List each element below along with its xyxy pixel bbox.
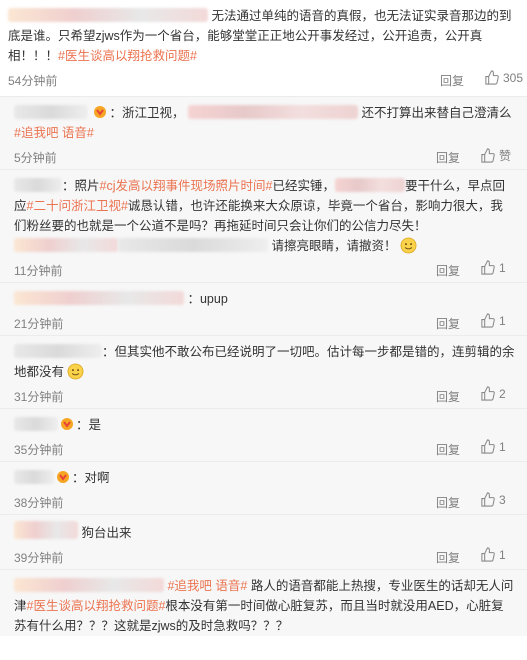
smile-emoji-icon bbox=[400, 237, 416, 254]
hashtag-link[interactable]: #医生谈高以翔抢救问题# bbox=[58, 49, 197, 63]
blurred-username bbox=[14, 344, 102, 358]
reply-button[interactable]: 回复 bbox=[440, 72, 464, 89]
thumb-up-icon bbox=[485, 70, 499, 85]
timestamp: 39分钟前 bbox=[14, 551, 64, 565]
hashtag-link[interactable]: #追我吧 语音# bbox=[14, 126, 94, 140]
thumb-up-icon bbox=[481, 260, 495, 275]
hashtag-link[interactable]: #追我吧 语音# bbox=[167, 579, 247, 593]
reply-item: ：upup 21分钟前 回复 1 bbox=[0, 283, 527, 336]
blurred-username bbox=[14, 521, 78, 539]
fan-badge-icon bbox=[57, 471, 69, 483]
blurred-username bbox=[14, 105, 88, 119]
like-button[interactable]: 1 bbox=[480, 547, 506, 562]
timestamp: 38分钟前 bbox=[14, 496, 64, 510]
reply-button[interactable]: 回复 bbox=[436, 149, 460, 166]
reply-meta: 38分钟前 回复 3 bbox=[14, 490, 515, 514]
like-button[interactable]: 1 bbox=[480, 439, 506, 454]
like-button[interactable]: 3 bbox=[480, 492, 506, 507]
thumb-up-icon bbox=[481, 313, 495, 328]
reply-item: ：对啊 38分钟前 回复 3 bbox=[0, 462, 527, 515]
hashtag-link[interactable]: #cj发高以翔事件现场照片时间# bbox=[100, 179, 273, 193]
fan-badge-icon bbox=[94, 106, 107, 118]
like-button[interactable]: 1 bbox=[480, 260, 506, 275]
timestamp: 11分钟前 bbox=[14, 264, 63, 278]
reply-meta: 11分钟前 回复 1 bbox=[14, 258, 515, 282]
like-count: 305 bbox=[503, 70, 524, 85]
thumb-up-icon bbox=[481, 492, 495, 507]
reply-item: ：但其实他不敢公布已经说明了一切吧。估计每一步都是错的，连剪辑的余地都没有 31… bbox=[0, 336, 527, 409]
timestamp: 5分钟前 bbox=[14, 151, 57, 165]
reply-meta: 39分钟前 回复 1 bbox=[14, 545, 515, 569]
reply-item: ：浙江卫视， 还不打算出来替自己澄清么 #追我吧 语音# 5分钟前 回复 赞 bbox=[0, 97, 527, 170]
hashtag-link[interactable]: #二十问浙江卫视# bbox=[27, 199, 128, 213]
thumb-up-icon bbox=[481, 547, 495, 562]
thumb-up-icon bbox=[481, 386, 495, 401]
reply-meta: 35分钟前 回复 1 bbox=[14, 437, 515, 461]
reply-text: ：是 bbox=[14, 415, 515, 435]
reply-meta: 5分钟前 回复 赞 bbox=[14, 145, 515, 169]
reply-item: ：是 35分钟前 回复 1 bbox=[0, 409, 527, 462]
blurred-username bbox=[14, 178, 62, 192]
main-comment-text: 无法通过单纯的语音的真假，也无法证实录音那边的到底是谁。只希望zjws作为一个省… bbox=[8, 8, 512, 63]
like-button[interactable]: 赞 bbox=[480, 147, 511, 164]
blurred-username bbox=[14, 470, 54, 484]
like-button[interactable]: 1 bbox=[480, 313, 506, 328]
reply-text: ：但其实他不敢公布已经说明了一切吧。估计每一步都是错的，连剪辑的余地都没有 bbox=[14, 344, 515, 380]
reply-text: ：照片#cj发高以翔事件现场照片时间#已经实锤， 要干什么，早点回应#二十问浙江卫… bbox=[14, 178, 505, 254]
timestamp: 31分钟前 bbox=[14, 390, 64, 404]
like-button[interactable]: 305 bbox=[484, 70, 523, 85]
blurred-username bbox=[14, 291, 184, 305]
reply-text: ：upup bbox=[14, 289, 515, 309]
timestamp: 54分钟前 bbox=[8, 74, 58, 88]
reply-list: ：浙江卫视， 还不打算出来替自己澄清么 #追我吧 语音# 5分钟前 回复 赞 ：… bbox=[0, 96, 527, 636]
smile-emoji-icon bbox=[67, 363, 84, 380]
thumb-up-icon bbox=[481, 148, 495, 163]
reply-text: 狗台出来 bbox=[14, 521, 515, 543]
blurred-username bbox=[8, 8, 208, 22]
timestamp: 35分钟前 bbox=[14, 443, 64, 457]
thumb-up-icon bbox=[481, 439, 495, 454]
reply-item: 狗台出来 39分钟前 回复 1 bbox=[0, 515, 527, 570]
reply-button[interactable]: 回复 bbox=[436, 494, 460, 511]
reply-button[interactable]: 回复 bbox=[436, 549, 460, 566]
reply-text: #追我吧 语音# 路人的语音都能上热搜，专业医生的话却无人问津#医生谈高以翔抢救… bbox=[14, 578, 514, 633]
reply-item: #追我吧 语音# 路人的语音都能上热搜，专业医生的话却无人问津#医生谈高以翔抢救… bbox=[0, 570, 527, 636]
reply-button[interactable]: 回复 bbox=[436, 388, 460, 405]
blurred-content bbox=[187, 105, 358, 119]
blurred-username bbox=[14, 417, 58, 431]
timestamp: 21分钟前 bbox=[14, 317, 64, 331]
reply-button[interactable]: 回复 bbox=[436, 441, 460, 458]
blurred-content bbox=[118, 238, 268, 252]
main-comment: 无法通过单纯的语音的真假，也无法证实录音那边的到底是谁。只希望zjws作为一个省… bbox=[0, 0, 527, 90]
fan-badge-icon bbox=[61, 418, 73, 430]
reply-button[interactable]: 回复 bbox=[436, 315, 460, 332]
reply-text: ：浙江卫视， 还不打算出来替自己澄清么 #追我吧 语音# bbox=[14, 105, 512, 140]
reply-meta: 31分钟前 回复 2 bbox=[14, 384, 515, 408]
reply-item: ：照片#cj发高以翔事件现场照片时间#已经实锤， 要干什么，早点回应#二十问浙江卫… bbox=[0, 170, 527, 283]
comment-meta: 54分钟前 回复 305 bbox=[8, 68, 523, 90]
blurred-content bbox=[334, 178, 405, 192]
reply-button[interactable]: 回复 bbox=[436, 262, 460, 279]
like-button[interactable]: 2 bbox=[480, 386, 506, 401]
reply-meta: 21分钟前 回复 1 bbox=[14, 311, 515, 335]
blurred-username bbox=[14, 578, 164, 592]
blurred-content bbox=[14, 238, 118, 252]
hashtag-link[interactable]: #医生谈高以翔抢救问题# bbox=[27, 599, 166, 613]
reply-text: ：对啊 bbox=[14, 468, 515, 488]
